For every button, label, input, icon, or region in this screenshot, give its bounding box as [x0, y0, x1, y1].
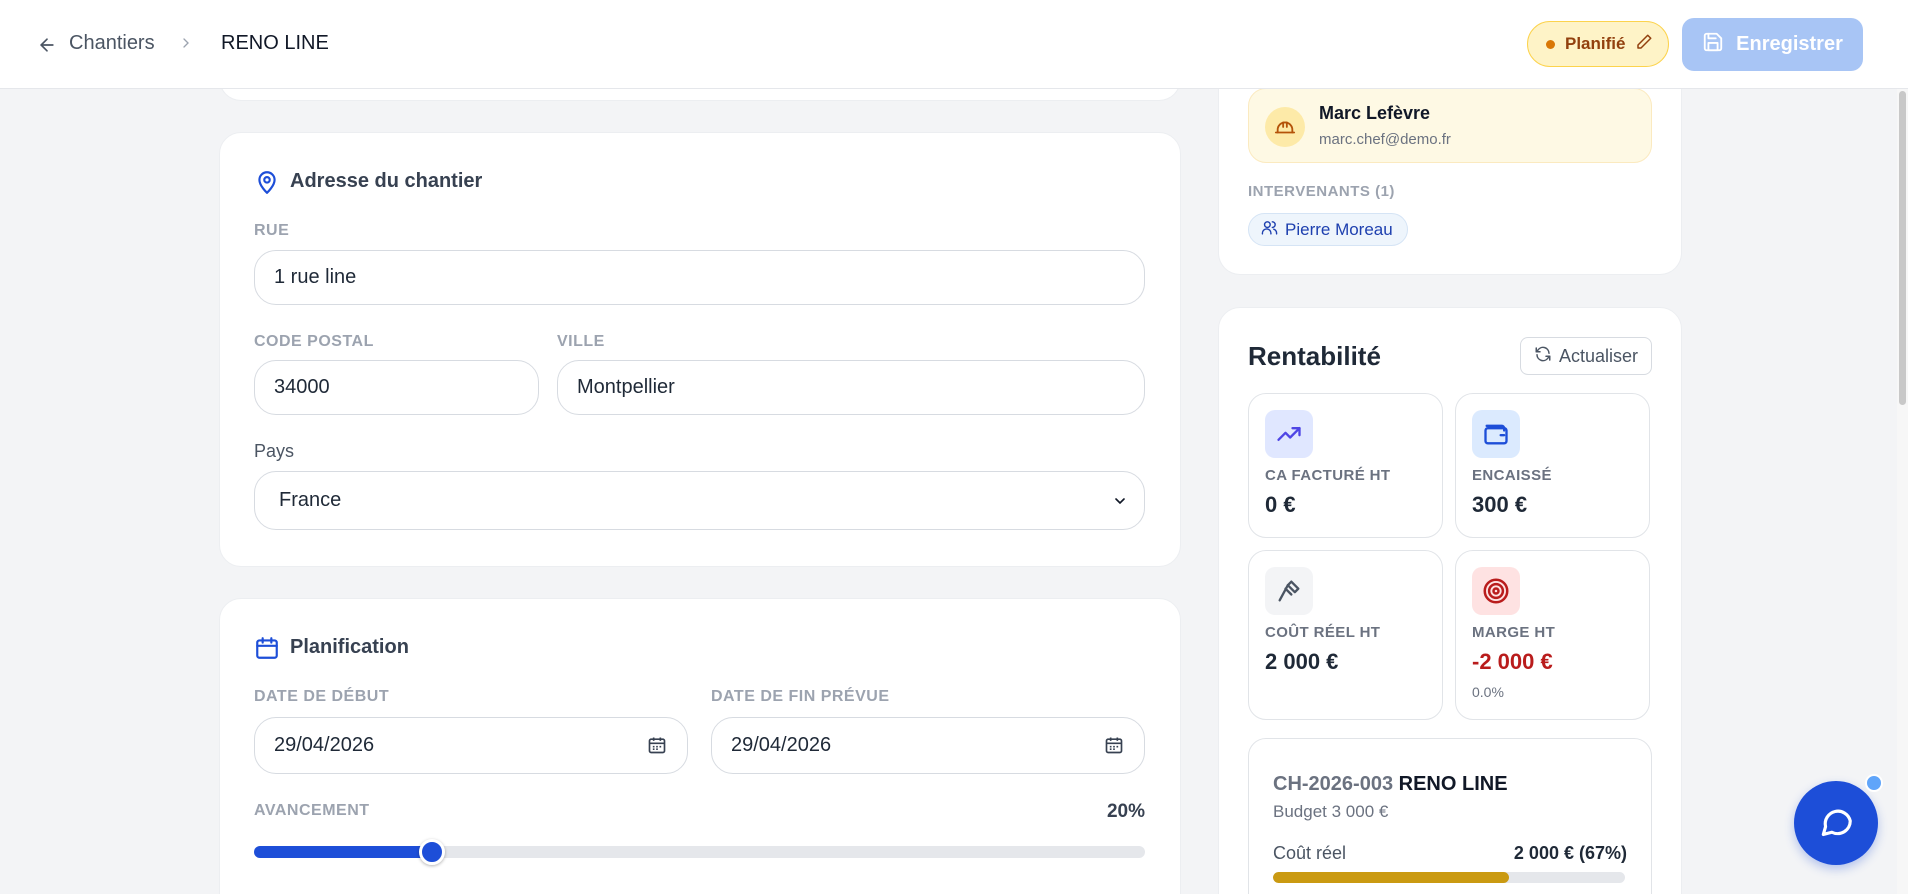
postal-label: CODE POSTAL — [254, 333, 374, 350]
refresh-icon — [1534, 345, 1552, 368]
progress-slider[interactable] — [254, 839, 1145, 865]
kpi-label: CA FACTURÉ HT — [1265, 467, 1391, 484]
intervenant-name: Pierre Moreau — [1285, 219, 1393, 239]
trending-up-icon — [1265, 410, 1313, 458]
kpi-label: MARGE HT — [1472, 624, 1556, 641]
country-select[interactable]: France — [254, 471, 1145, 530]
kpi-sub: 0.0% — [1472, 684, 1504, 700]
status-dot — [1546, 39, 1555, 49]
hard-hat-icon — [1265, 107, 1305, 147]
project-code: CH-2026-003 — [1273, 773, 1394, 795]
kpi-value: 0 € — [1265, 492, 1296, 517]
back-arrow-icon[interactable] — [36, 34, 58, 56]
map-pin-icon — [254, 169, 280, 195]
chevron-down-icon — [1112, 492, 1128, 508]
kpi-label: ENCAISSÉ — [1472, 467, 1552, 484]
hammer-icon — [1265, 567, 1313, 615]
page-scrollbar[interactable] — [1897, 89, 1908, 894]
status-label: Planifié — [1565, 34, 1626, 53]
end-date-label: DATE DE FIN PRÉVUE — [711, 688, 890, 705]
kpi-value: 2 000 € — [1265, 649, 1339, 674]
chat-bubble-icon — [1817, 802, 1855, 845]
postal-code-input[interactable]: 34000 — [254, 360, 539, 415]
project-budget: Budget 3 000 € — [1273, 802, 1389, 821]
cost-label: Coût réel — [1273, 843, 1347, 863]
country-label: Pays — [254, 441, 295, 461]
progress-label: AVANCEMENT — [254, 802, 370, 819]
site-manager-box: Marc Lefèvre marc.chef@demo.fr — [1248, 88, 1652, 163]
city-label: VILLE — [557, 333, 605, 350]
wallet-icon — [1472, 410, 1520, 458]
kpi-ca-facture: CA FACTURÉ HT 0 € — [1248, 393, 1443, 538]
kpi-label: COÛT RÉEL HT — [1265, 624, 1381, 641]
users-icon — [1261, 219, 1278, 241]
address-title: Adresse du chantier — [290, 170, 483, 192]
project-budget-box: CH-2026-003 RENO LINE Budget 3 000 € Coû… — [1248, 738, 1652, 894]
kpi-marge: MARGE HT -2 000 € 0.0% — [1455, 550, 1650, 720]
country-value: France — [279, 489, 342, 511]
top-bar: Chantiers RENO LINE Planifié Enregistrer — [0, 0, 1908, 89]
end-date-value: 29/04/2026 — [731, 734, 832, 756]
breadcrumb-current: RENO LINE — [221, 32, 329, 54]
city-input[interactable]: Montpellier — [557, 360, 1145, 415]
status-badge[interactable]: Planifié — [1527, 21, 1669, 67]
progress-value: 20% — [1106, 801, 1145, 822]
refresh-label: Actualiser — [1558, 345, 1639, 366]
start-date-value: 29/04/2026 — [274, 734, 375, 756]
kpi-value-negative: -2 000 € — [1472, 649, 1553, 674]
project-name: RENO LINE — [1398, 773, 1508, 795]
chef-name: Marc Lefèvre — [1319, 103, 1431, 123]
chat-button[interactable] — [1794, 781, 1878, 865]
target-icon — [1472, 567, 1520, 615]
rentabilite-title: Rentabilité — [1248, 341, 1381, 371]
planning-title: Planification — [290, 636, 409, 658]
cost-progress-fill — [1273, 872, 1509, 883]
scrollbar-thumb[interactable] — [1899, 91, 1906, 405]
breadcrumb-chantiers[interactable]: Chantiers — [69, 32, 155, 55]
end-date-input[interactable]: 29/04/2026 — [711, 717, 1145, 774]
cost-value: 2 000 € (67%) — [1513, 843, 1627, 863]
date-picker-icon[interactable] — [647, 735, 667, 755]
intervenant-chip[interactable]: Pierre Moreau — [1248, 213, 1408, 246]
kpi-cout-reel: COÛT RÉEL HT 2 000 € — [1248, 550, 1443, 720]
refresh-button[interactable]: Actualiser — [1520, 337, 1652, 375]
street-label: RUE — [254, 222, 290, 239]
date-picker-icon[interactable] — [1104, 735, 1124, 755]
start-date-input[interactable]: 29/04/2026 — [254, 717, 688, 774]
cost-progress-bar — [1273, 872, 1625, 883]
kpi-value: 300 € — [1472, 492, 1528, 517]
save-icon — [1702, 31, 1724, 59]
progress-handle[interactable] — [419, 839, 446, 865]
save-button[interactable]: Enregistrer — [1682, 18, 1863, 71]
chef-email: marc.chef@demo.fr — [1319, 131, 1451, 148]
notification-dot — [1865, 774, 1883, 792]
chevron-right-icon — [178, 35, 194, 51]
progress-fill — [254, 846, 433, 858]
street-input[interactable]: 1 rue line — [254, 250, 1145, 305]
project-title: CH-2026-003 RENO LINE — [1273, 773, 1508, 796]
calendar-icon — [254, 635, 280, 661]
save-label: Enregistrer — [1736, 33, 1843, 55]
intervenants-label: INTERVENANTS (1) — [1248, 183, 1395, 200]
start-date-label: DATE DE DÉBUT — [254, 688, 390, 705]
edit-pencil-icon[interactable] — [1635, 33, 1653, 56]
kpi-encaisse: ENCAISSÉ 300 € — [1455, 393, 1650, 538]
